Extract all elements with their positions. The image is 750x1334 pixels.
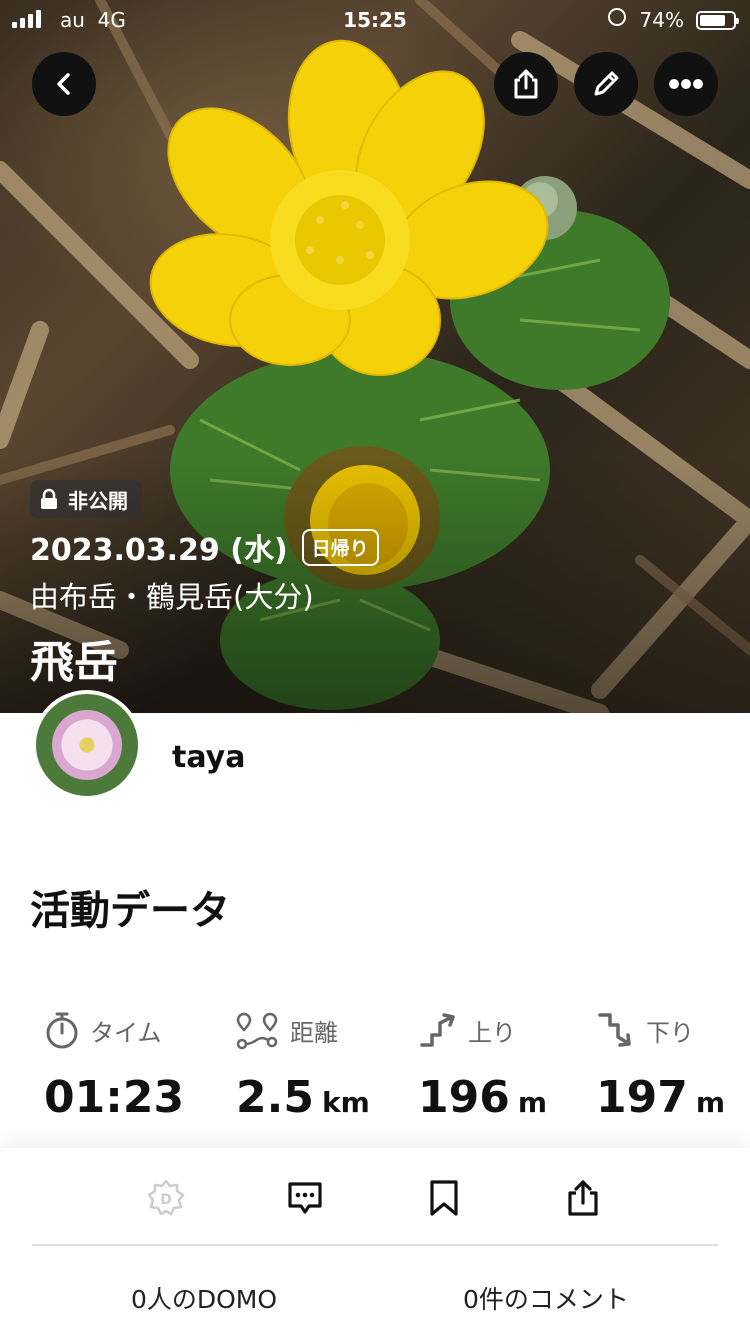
status-bar: au 4G 15:25 74% xyxy=(0,0,750,40)
ellipsis-icon xyxy=(669,79,703,89)
mountain-title: 飛岳 xyxy=(30,637,118,688)
comment-button[interactable] xyxy=(283,1176,327,1220)
more-button[interactable] xyxy=(654,52,718,116)
stat-label: 下り xyxy=(646,1018,694,1047)
privacy-badge: 非公開 xyxy=(30,480,142,518)
share-button[interactable] xyxy=(494,52,558,116)
privacy-label: 非公開 xyxy=(68,488,128,513)
descent-icon xyxy=(598,1013,631,1047)
comment-icon xyxy=(288,1182,322,1214)
stat-time: タイム 01:23 xyxy=(44,1008,230,1123)
rotation-lock-icon xyxy=(608,8,626,26)
domo-icon: D xyxy=(147,1179,185,1216)
comment-count[interactable]: 0件のコメント xyxy=(396,1280,696,1316)
stat-ascent: 上り 196 m xyxy=(418,1008,604,1123)
stat-unit: m xyxy=(517,1086,548,1119)
stat-value: 2.5 xyxy=(236,1072,314,1123)
username[interactable]: taya xyxy=(172,740,245,775)
bookmark-icon xyxy=(430,1180,458,1216)
divider xyxy=(32,1244,718,1246)
section-title: 活動データ xyxy=(30,888,230,934)
action-bar: D 0人のDOMO 0件のコメント xyxy=(0,1148,750,1334)
stat-label: 上り xyxy=(468,1018,516,1047)
stat-value: 196 xyxy=(418,1072,510,1123)
avatar[interactable] xyxy=(32,690,142,800)
stat-label: 距離 xyxy=(290,1018,338,1047)
stat-unit: m xyxy=(695,1086,726,1119)
hero-photo: au 4G 15:25 74% 非公開 2023.03.29 (水) 日帰り 由… xyxy=(0,0,750,713)
stopwatch-icon xyxy=(46,1012,78,1049)
domo-count[interactable]: 0人のDOMO xyxy=(54,1280,354,1316)
edit-button[interactable] xyxy=(574,52,638,116)
svg-text:D: D xyxy=(160,1192,172,1208)
share-icon xyxy=(568,1180,598,1216)
pencil-icon xyxy=(594,71,619,96)
stat-value: 197 xyxy=(596,1072,688,1123)
stat-descent: 下り 197 m xyxy=(596,1008,750,1123)
stat-label: タイム xyxy=(90,1018,162,1047)
date-row: 2023.03.29 (水) 日帰り xyxy=(30,525,379,569)
battery-icon xyxy=(696,11,739,30)
route-icon xyxy=(236,1012,278,1050)
bookmark-button[interactable] xyxy=(422,1176,466,1220)
ascent-icon xyxy=(420,1013,455,1047)
battery-percent: 74% xyxy=(639,8,684,32)
mountain-area[interactable]: 由布岳・鶴見岳(大分) xyxy=(30,574,314,616)
share-bottom-button[interactable] xyxy=(561,1176,605,1220)
lock-icon xyxy=(41,488,57,509)
domo-button[interactable]: D xyxy=(144,1176,188,1220)
share-icon xyxy=(514,69,538,99)
clock: 15:25 xyxy=(343,8,407,32)
back-button[interactable] xyxy=(32,52,96,116)
chevron-left-icon xyxy=(57,73,70,95)
stat-unit: km xyxy=(321,1086,370,1119)
activity-date: 2023.03.29 (水) xyxy=(30,533,288,568)
stat-value: 01:23 xyxy=(44,1072,185,1123)
stat-distance: 距離 2.5 km xyxy=(236,1008,422,1123)
trip-type-badge: 日帰り xyxy=(301,528,379,566)
